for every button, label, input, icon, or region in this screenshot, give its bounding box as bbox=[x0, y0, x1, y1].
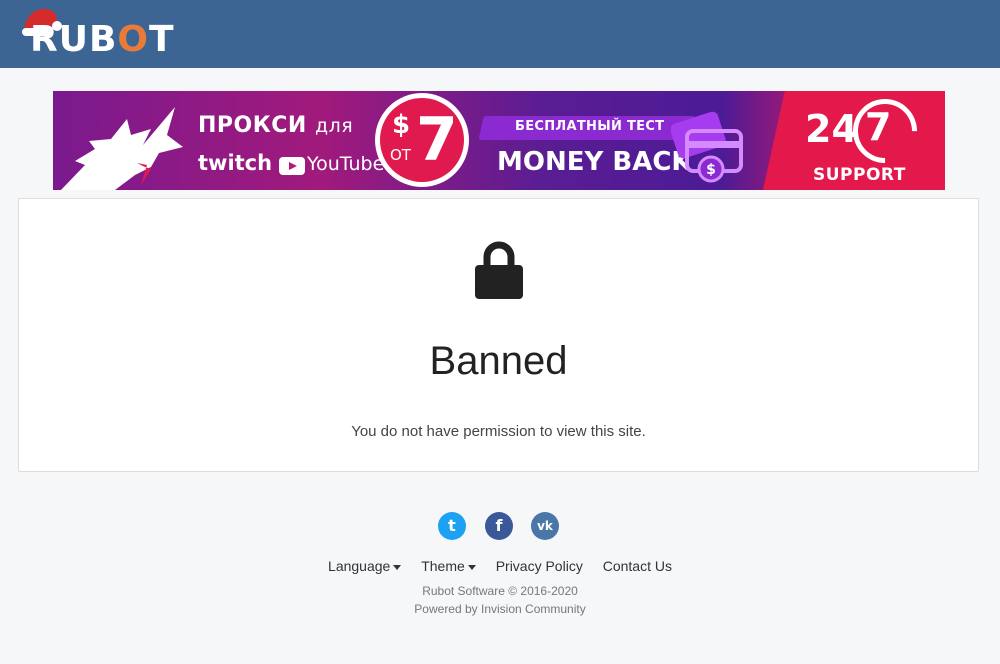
support-label: SUPPORT bbox=[813, 165, 906, 185]
lock-icon bbox=[475, 241, 523, 299]
credit-card-icon: $ bbox=[671, 111, 743, 183]
price-badge: $ ОТ 7 bbox=[375, 93, 469, 187]
contact-us-link[interactable]: Contact Us bbox=[603, 558, 672, 574]
copyright-text: Rubot Software © 2016-2020 bbox=[422, 584, 578, 598]
banned-panel: Banned You do not have permission to vie… bbox=[18, 198, 979, 472]
chevron-down-icon bbox=[393, 564, 402, 570]
support-7-text: 7 bbox=[865, 105, 892, 149]
ad-banner[interactable]: ПРОКСИ для twitch YouTube $ ОТ 7 БЕСПЛАТ… bbox=[53, 91, 945, 190]
chevron-down-icon bbox=[467, 564, 476, 570]
ad-twitch-text: twitch bbox=[198, 151, 273, 175]
price-currency: $ bbox=[392, 110, 411, 140]
support-24-text: 24 bbox=[805, 107, 858, 151]
free-test-text: БЕСПЛАТНЫЙ ТЕСТ bbox=[515, 119, 665, 134]
price-value: 7 bbox=[416, 105, 458, 175]
price-from: ОТ bbox=[390, 146, 411, 164]
page-title: Banned bbox=[429, 339, 568, 383]
powered-by-link[interactable]: Powered by Invision Community bbox=[0, 602, 1000, 616]
site-logo[interactable]: RUBOT bbox=[20, 8, 210, 62]
money-back-text: MONEY BACK bbox=[497, 147, 692, 177]
svg-text:$: $ bbox=[706, 162, 716, 178]
site-header: RUBOT bbox=[0, 0, 1000, 68]
wolf-icon bbox=[61, 107, 183, 190]
facebook-icon[interactable]: f bbox=[485, 512, 513, 540]
logo-text: RUBOT bbox=[30, 19, 175, 60]
youtube-play-icon bbox=[279, 157, 305, 175]
ad-youtube-text: YouTube bbox=[307, 153, 385, 175]
privacy-policy-link[interactable]: Privacy Policy bbox=[496, 558, 583, 574]
banned-message: You do not have permission to view this … bbox=[351, 423, 646, 440]
vk-icon[interactable]: vk bbox=[531, 512, 559, 540]
ad-proxy-text: ПРОКСИ для bbox=[198, 113, 354, 138]
twitter-icon[interactable]: t bbox=[438, 512, 466, 540]
language-menu[interactable]: Language bbox=[328, 558, 402, 574]
footer-links: Language Theme Privacy Policy Contact Us bbox=[0, 558, 1000, 574]
theme-menu[interactable]: Theme bbox=[421, 558, 476, 574]
